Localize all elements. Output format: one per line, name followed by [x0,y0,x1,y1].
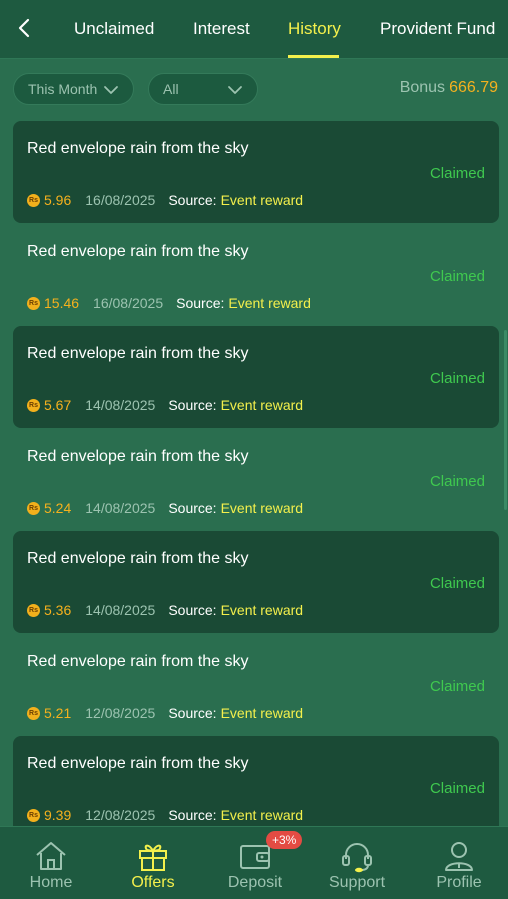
record-date: 14/08/2025 [85,602,156,618]
nav-home-label: Home [29,874,73,891]
chevron-down-icon [104,86,118,94]
nav-home[interactable]: Home [0,827,102,899]
claimed-status: Claimed [429,268,485,285]
claimed-status: Claimed [429,370,485,387]
source-value: Event reward [220,705,304,721]
source-value: Event reward [220,397,304,413]
list-item[interactable]: Red envelope rain from the sky Claimed Rs 5… [13,531,499,633]
gift-icon [139,844,167,871]
source-value: Event reward [228,295,311,311]
record-date: 14/08/2025 [85,500,156,516]
record-meta: Rs 5.67 14/08/2025 Source: Event reward [27,397,303,413]
record-date: 12/08/2025 [85,807,156,823]
rupee-coin-icon: Rs [27,193,40,207]
record-amount: 5.36 [44,602,72,618]
nav-support[interactable]: Support [306,827,408,899]
record-amount: 15.46 [44,295,80,311]
rupee-coin-icon: Rs [27,706,40,720]
record-meta: Rs 5.24 14/08/2025 Source: Event reward [27,500,303,516]
list-item[interactable]: Red envelope rain from the sky Claimed Rs 9… [13,736,499,838]
nav-profile[interactable]: Profile [408,827,508,899]
claimed-status: Claimed [429,165,485,182]
record-meta: Rs 5.96 16/08/2025 Source: Event reward [27,192,303,208]
user-icon [445,842,473,871]
source-value: Event reward [220,192,304,208]
home-icon [36,842,66,870]
type-filter-dropdown[interactable]: All [148,73,258,105]
record-amount: 5.67 [44,397,72,413]
bonus-value: 666.79 [449,79,498,96]
record-date: 12/08/2025 [85,705,156,721]
tab-history[interactable]: History [288,0,341,58]
record-title: Red envelope rain from the sky [27,140,249,157]
record-date: 16/08/2025 [93,295,164,311]
nav-offers-label: Offers [131,874,175,891]
record-meta: Rs 15.46 16/08/2025 Source: Event reward [27,295,311,311]
record-amount: 5.21 [44,705,72,721]
source-label: Source: [168,397,217,413]
record-date: 14/08/2025 [85,397,156,413]
tab-provident-fund[interactable]: Provident Fund [380,0,495,58]
record-title: Red envelope rain from the sky [27,755,249,772]
record-amount: 9.39 [44,807,72,823]
period-filter-value: This Month [28,81,98,97]
claimed-status: Claimed [429,473,485,490]
nav-deposit-label: Deposit [227,874,283,891]
source-label: Source: [168,500,217,516]
source-value: Event reward [220,500,304,516]
record-meta: Rs 5.21 12/08/2025 Source: Event reward [27,705,303,721]
source-label: Source: [168,705,217,721]
source-label: Source: [168,192,217,208]
record-title: Red envelope rain from the sky [27,550,249,567]
record-meta: Rs 9.39 12/08/2025 Source: Event reward [27,807,303,823]
record-meta: Rs 5.36 14/08/2025 Source: Event reward [27,602,303,618]
rupee-coin-icon: Rs [27,808,40,822]
source-label: Source: [168,602,217,618]
record-date: 16/08/2025 [85,192,156,208]
claimed-status: Claimed [429,575,485,592]
chevron-down-icon [228,86,242,94]
deposit-bonus-badge: +3% [266,831,303,849]
record-title: Red envelope rain from the sky [27,243,249,260]
active-tab-indicator [288,55,339,58]
list-item[interactable]: Red envelope rain from the sky Claimed Rs 5… [13,429,499,531]
list-item[interactable]: Red envelope rain from the sky Claimed Rs 5… [13,326,499,428]
record-title: Red envelope rain from the sky [27,653,249,670]
source-value: Event reward [220,602,304,618]
nav-profile-label: Profile [436,874,482,891]
back-button[interactable] [10,14,38,42]
list-item[interactable]: Red envelope rain from the sky Claimed Rs 5… [13,121,499,223]
rupee-coin-icon: Rs [27,603,40,617]
nav-offers[interactable]: Offers [102,827,204,899]
tab-interest[interactable]: Interest [193,0,250,58]
claimed-status: Claimed [429,678,485,695]
chevron-left-icon [18,18,30,38]
rupee-coin-icon: Rs [27,296,40,310]
headset-icon [342,843,372,873]
nav-support-label: Support [328,874,386,891]
claimed-status: Claimed [429,780,485,797]
tab-unclaimed[interactable]: Unclaimed [74,0,154,58]
list-item[interactable]: Red envelope rain from the sky Claimed Rs 5… [13,634,499,736]
rupee-coin-icon: Rs [27,501,40,515]
bonus-total: Bonus 666.79 [400,79,498,97]
type-filter-value: All [163,81,179,97]
period-filter-dropdown[interactable]: This Month [13,73,134,105]
rupee-coin-icon: Rs [27,398,40,412]
source-value: Event reward [220,807,304,823]
bottom-nav: Home Offers Deposit +3% Support Profile [0,826,508,899]
source-label: Source: [176,295,225,311]
scrollbar[interactable] [504,330,507,510]
record-title: Red envelope rain from the sky [27,345,249,362]
bonus-label: Bonus [399,79,446,96]
record-amount: 5.96 [44,192,72,208]
record-title: Red envelope rain from the sky [27,448,249,465]
source-label: Source: [168,807,217,823]
list-item[interactable]: Red envelope rain from the sky Claimed Rs 1… [13,224,499,326]
record-amount: 5.24 [44,500,72,516]
top-tab-bar: Unclaimed Interest History Provident Fun… [0,0,508,59]
